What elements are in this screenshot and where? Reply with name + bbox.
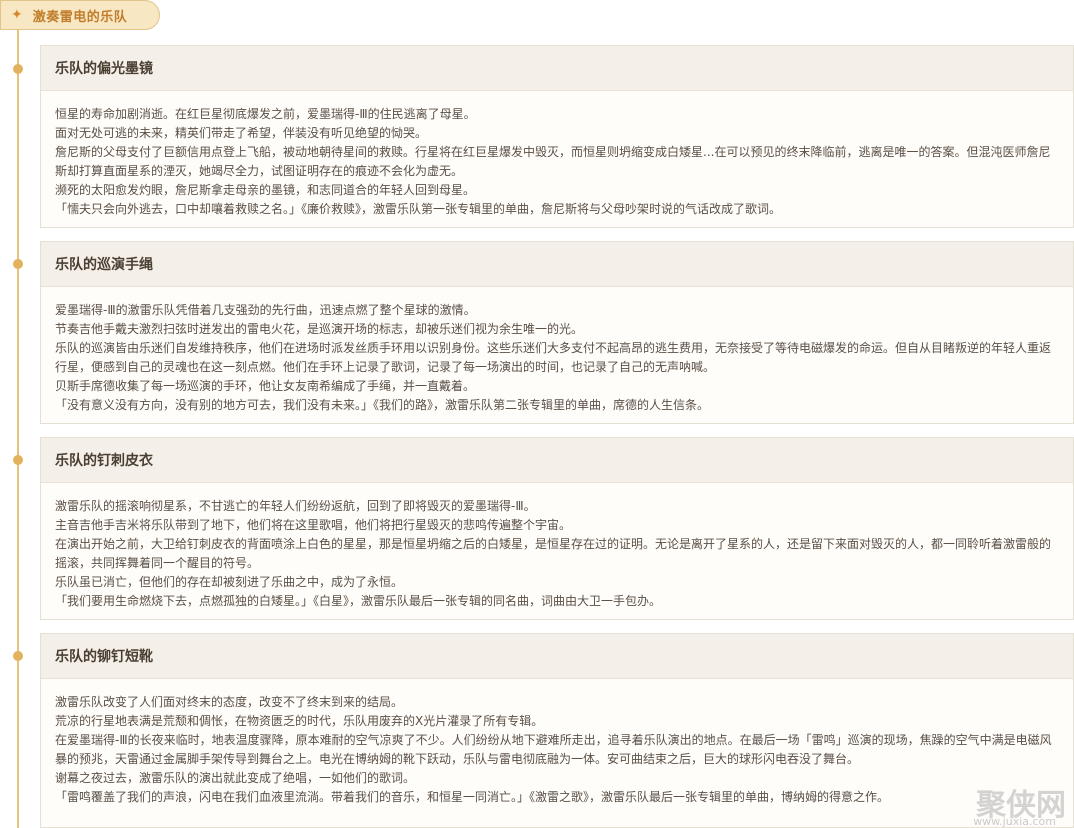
card-title: 乐队的巡演手绳 — [55, 257, 153, 273]
quote-line: 「没有意义没有方向，没有别的地方可去，我们没有未来。」《我们的路》，激雷乐队第二… — [55, 398, 710, 412]
card-header: 乐队的巡演手绳 — [41, 242, 1073, 287]
page-title: 激奏雷电的乐队 — [32, 9, 128, 25]
timeline-dot — [13, 455, 23, 465]
description-line: 濒死的太阳愈发灼眼，詹尼斯拿走母亲的墨镜，和志同道合的年轻人回到母星。 — [55, 183, 476, 197]
sparkle-icon: ✦ — [11, 7, 23, 23]
description-line: 爱墨瑞得-Ⅲ的激雷乐队凭借着几支强劲的先行曲，迅速点燃了整个星球的激情。 — [55, 303, 476, 317]
quote-line: 「雷鸣覆盖了我们的声浪，闪电在我们血液里流淌。带着我们的音乐，和恒星一同消亡。」… — [55, 790, 890, 804]
item-card: 乐队的巡演手绳 爱墨瑞得-Ⅲ的激雷乐队凭借着几支强劲的先行曲，迅速点燃了整个星球… — [40, 241, 1074, 424]
card-body: 激雷乐队改变了人们面对终末的态度，改变不了终末到来的结局。 荒凉的行星地表满是荒… — [41, 679, 1073, 815]
description-line: 激雷乐队改变了人们面对终末的态度，改变不了终末到来的结局。 — [55, 695, 404, 709]
card-header: 乐队的钉刺皮衣 — [41, 438, 1073, 483]
timeline-dot — [13, 259, 23, 269]
description-line: 乐队虽已消亡，但他们的存在却被刻进了乐曲之中，成为了永恒。 — [55, 575, 404, 589]
description-line: 激雷乐队的摇滚响彻星系，不甘逃亡的年轻人们纷纷返航，回到了即将毁灭的爱墨瑞得-Ⅲ… — [55, 499, 536, 513]
timeline-dot — [13, 651, 23, 661]
description-line: 节奏吉他手戴夫激烈扫弦时迸发出的雷电火花，是巡演开场的标志，却被乐迷们视为余生唯… — [55, 322, 584, 336]
card-title: 乐队的铆钉短靴 — [55, 649, 153, 665]
page: ✦ 激奏雷电的乐队 乐队的偏光墨镜 恒星的寿命加剧消逝。在红巨星彻底爆发之前，爱… — [0, 0, 1074, 828]
description-line: 面对无处可逃的未来，精英们带走了希望，伴装没有听见绝望的恸哭。 — [55, 126, 428, 140]
description-line: 詹尼斯的父母支付了巨额信用点登上飞船，被动地朝待星间的救赎。行星将在红巨星爆发中… — [55, 145, 1051, 178]
description-line: 在演出开始之前，大卫给钉刺皮衣的背面喷涂上白色的星星，那是恒星坍缩之后的白矮星，… — [55, 537, 1052, 570]
quote-line: 「懦夫只会向外逃去，口中却嚷着救赎之名。」《廉价救赎》，激雷乐队第一张专辑里的单… — [55, 202, 782, 216]
card-title: 乐队的偏光墨镜 — [55, 61, 153, 77]
description-line: 谢幕之夜过去，激雷乐队的演出就此变成了绝唱，一如他们的歌词。 — [55, 771, 416, 785]
card-body: 爱墨瑞得-Ⅲ的激雷乐队凭借着几支强劲的先行曲，迅速点燃了整个星球的激情。 节奏吉… — [41, 287, 1073, 423]
quote-line: 「我们要用生命燃烧下去，点燃孤独的白矮星。」《白星》，激雷乐队最后一张专辑的同名… — [55, 594, 662, 608]
description-line: 乐队的巡演皆由乐迷们自发维持秩序，他们在进场时派发丝质手环用以识别身份。这些乐迷… — [55, 341, 1052, 374]
item-card: 乐队的钉刺皮衣 激雷乐队的摇滚响彻星系，不甘逃亡的年轻人们纷纷返航，回到了即将毁… — [40, 437, 1074, 620]
card-header: 乐队的铆钉短靴 — [41, 634, 1073, 679]
description-line: 恒星的寿命加剧消逝。在红巨星彻底爆发之前，爱墨瑞得-Ⅲ的住民逃离了母星。 — [55, 107, 476, 121]
card-title: 乐队的钉刺皮衣 — [55, 453, 153, 469]
item-card: 乐队的铆钉短靴 激雷乐队改变了人们面对终末的态度，改变不了终末到来的结局。 荒凉… — [40, 633, 1074, 828]
item-card: 乐队的偏光墨镜 恒星的寿命加剧消逝。在红巨星彻底爆发之前，爱墨瑞得-Ⅲ的住民逃离… — [40, 45, 1074, 228]
description-line: 贝斯手席德收集了每一场巡演的手环，他让女友南希编成了手绳，并一直戴着。 — [55, 379, 476, 393]
card-body: 恒星的寿命加剧消逝。在红巨星彻底爆发之前，爱墨瑞得-Ⅲ的住民逃离了母星。 面对无… — [41, 91, 1073, 227]
card-header: 乐队的偏光墨镜 — [41, 46, 1073, 91]
description-line: 荒凉的行星地表满是荒颓和倜怅，在物资匮乏的时代，乐队用废弃的X光片灌录了所有专辑… — [55, 714, 544, 728]
timeline-line — [17, 30, 19, 828]
description-line: 主音吉他手吉米将乐队带到了地下，他们将在这里歌唱，他们将把行星毁灭的悲鸣传遍整个… — [55, 518, 572, 532]
card-body: 激雷乐队的摇滚响彻星系，不甘逃亡的年轻人们纷纷返航，回到了即将毁灭的爱墨瑞得-Ⅲ… — [41, 483, 1073, 619]
timeline-dot — [13, 64, 23, 74]
section-title-tab: ✦ 激奏雷电的乐队 — [0, 0, 160, 30]
description-line: 在爱墨瑞得-Ⅲ的长夜来临时，地表温度骤降，原本难耐的空气凉爽了不少。人们纷纷从地… — [55, 733, 1052, 766]
